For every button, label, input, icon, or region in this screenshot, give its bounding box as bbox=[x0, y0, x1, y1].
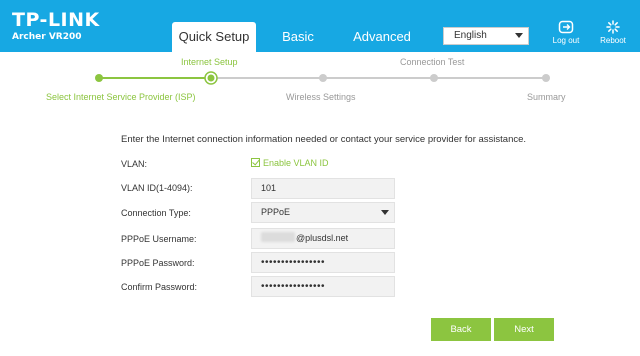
pppoe-username-value: @plusdsl.net bbox=[296, 233, 349, 243]
logout-label: Log out bbox=[552, 36, 580, 45]
step-dot-5 bbox=[542, 74, 550, 82]
step-label-internet-setup: Internet Setup bbox=[181, 57, 238, 67]
connection-type-value: PPPoE bbox=[261, 207, 291, 217]
step-dot-1 bbox=[95, 74, 103, 82]
top-header: TP-LINK Archer VR200 Quick Setup Basic A… bbox=[0, 0, 640, 52]
logout-button[interactable]: Log out bbox=[546, 20, 586, 45]
step-dot-4 bbox=[430, 74, 438, 82]
chevron-down-icon bbox=[515, 33, 523, 38]
step-dot-2-inner bbox=[207, 74, 215, 82]
brand-logo: TP-LINK bbox=[12, 9, 100, 31]
chevron-down-icon bbox=[381, 210, 389, 215]
vlan-id-label: VLAN ID(1-4094): bbox=[121, 183, 193, 193]
reboot-label: Reboot bbox=[600, 36, 626, 45]
vlan-id-value: 101 bbox=[261, 183, 277, 193]
step-label-wireless-settings: Wireless Settings bbox=[286, 92, 356, 102]
pppoe-username-input[interactable]: @plusdsl.net bbox=[251, 228, 395, 249]
step-label-summary: Summary bbox=[527, 92, 566, 102]
pppoe-password-value: •••••••••••••••• bbox=[261, 257, 326, 268]
pppoe-username-label: PPPoE Username: bbox=[121, 234, 197, 244]
reboot-icon bbox=[606, 20, 620, 34]
vlan-id-input[interactable]: 101 bbox=[251, 178, 395, 199]
confirm-password-value: •••••••••••••••• bbox=[261, 281, 326, 292]
vlan-label: VLAN: bbox=[121, 159, 148, 169]
confirm-password-label: Confirm Password: bbox=[121, 282, 198, 292]
step-dot-3 bbox=[319, 74, 327, 82]
tab-basic[interactable]: Basic bbox=[272, 22, 324, 52]
checkbox-checked-icon[interactable] bbox=[251, 158, 260, 167]
language-select[interactable]: English bbox=[443, 27, 529, 45]
pppoe-password-input[interactable]: •••••••••••••••• bbox=[251, 252, 395, 273]
reboot-button[interactable]: Reboot bbox=[593, 20, 633, 45]
language-value: English bbox=[454, 30, 487, 41]
tab-advanced[interactable]: Advanced bbox=[342, 22, 422, 52]
enable-vlan-checkbox[interactable]: Enable VLAN ID bbox=[251, 158, 329, 168]
step-label-connection-test: Connection Test bbox=[400, 57, 465, 67]
brand: TP-LINK Archer VR200 bbox=[12, 10, 100, 43]
enable-vlan-label: Enable VLAN ID bbox=[263, 158, 329, 168]
pppoe-password-label: PPPoE Password: bbox=[121, 258, 195, 268]
back-button[interactable]: Back bbox=[431, 318, 491, 341]
form-intro-text: Enter the Internet connection informatio… bbox=[121, 134, 527, 145]
setup-progress-bar bbox=[95, 71, 550, 85]
confirm-password-input[interactable]: •••••••••••••••• bbox=[251, 276, 395, 297]
logout-icon bbox=[558, 20, 574, 34]
next-button[interactable]: Next bbox=[494, 318, 554, 341]
redacted-text bbox=[261, 232, 295, 242]
connection-type-label: Connection Type: bbox=[121, 208, 191, 218]
step-label-select-isp: Select Internet Service Provider (ISP) bbox=[46, 92, 196, 102]
model-name: Archer VR200 bbox=[12, 32, 82, 42]
tab-quick-setup[interactable]: Quick Setup bbox=[172, 22, 256, 52]
connection-type-select[interactable]: PPPoE bbox=[251, 202, 395, 223]
